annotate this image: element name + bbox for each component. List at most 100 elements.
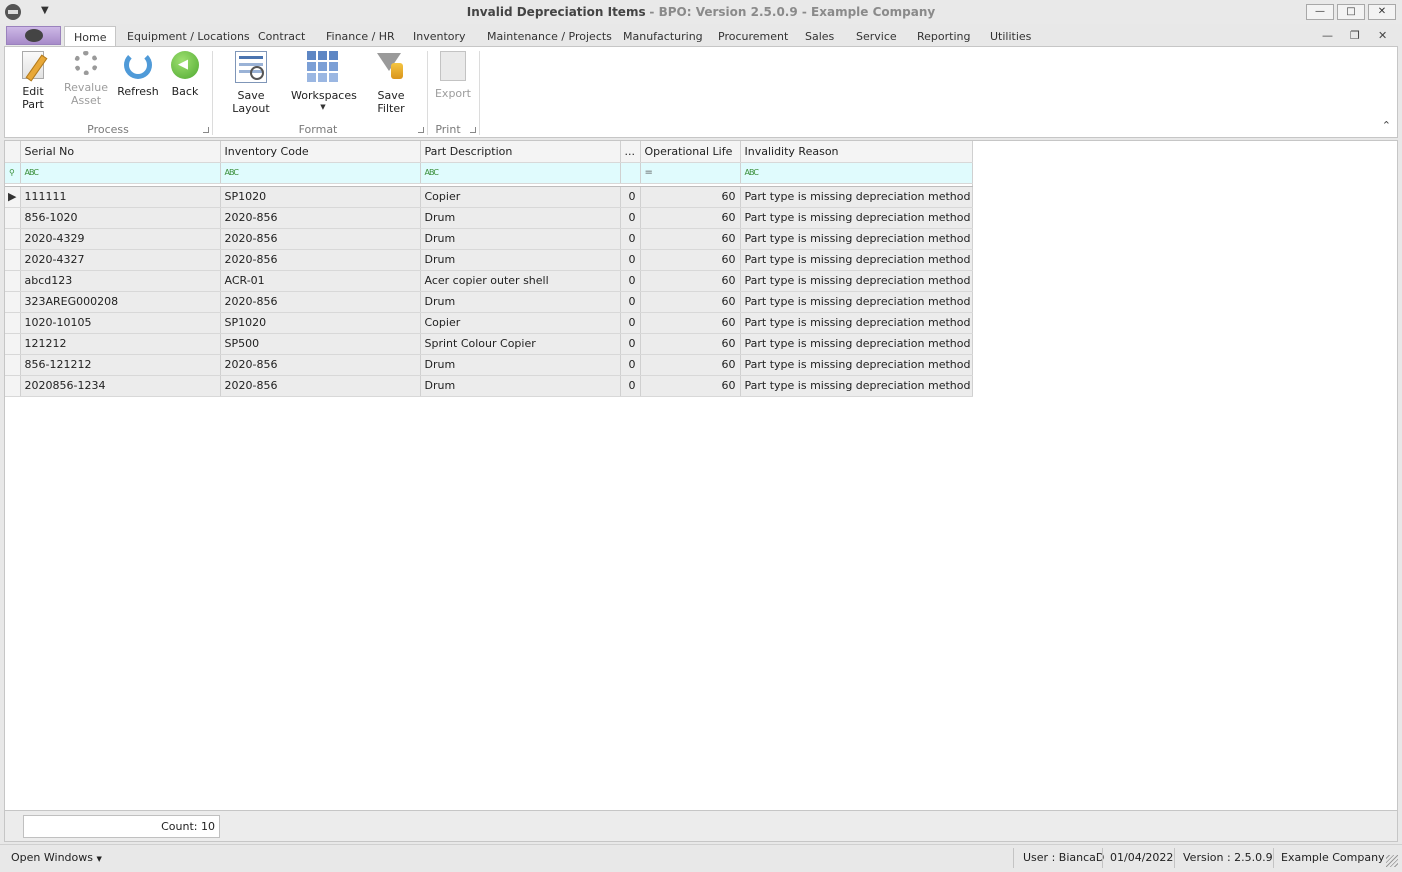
tab-reporting[interactable]: Reporting [917,30,970,43]
tab-procurement[interactable]: Procurement [718,30,788,43]
cell-inventory-code[interactable]: SP500 [220,333,421,355]
tab-equipment-locations[interactable]: Equipment / Locations [127,30,250,43]
cell-invalidity-reason[interactable]: Part type is missing depreciation method [740,186,973,208]
cell-hidden[interactable]: 0 [620,291,641,313]
back-button[interactable]: Back [167,51,203,98]
cell-serial-no[interactable]: 1020-10105 [20,312,221,334]
filter-serial-no[interactable]: ABC [20,162,221,184]
column-header-hidden[interactable]: ... [620,141,641,163]
cell-invalidity-reason[interactable]: Part type is missing depreciation method [740,312,973,334]
cell-operational-life[interactable]: 60 [640,207,741,229]
cell-invalidity-reason[interactable]: Part type is missing depreciation method [740,228,973,250]
cell-inventory-code[interactable]: 2020-856 [220,249,421,271]
filter-hidden[interactable] [620,162,641,184]
cell-hidden[interactable]: 0 [620,207,641,229]
row-count-summary[interactable]: Count: 10 [23,815,220,838]
cell-hidden[interactable]: 0 [620,354,641,376]
tab-contract[interactable]: Contract [258,30,305,43]
cell-serial-no[interactable]: 856-121212 [20,354,221,376]
export-button[interactable]: Export [433,51,473,100]
cell-serial-no[interactable]: 323AREG000208 [20,291,221,313]
cell-serial-no[interactable]: 2020-4327 [20,249,221,271]
format-group-launcher-icon[interactable] [418,127,424,133]
cell-inventory-code[interactable]: 2020-856 [220,354,421,376]
cell-hidden[interactable]: 0 [620,186,641,208]
window-restore-button[interactable]: □ [1337,4,1365,20]
tab-utilities[interactable]: Utilities [990,30,1031,43]
cell-invalidity-reason[interactable]: Part type is missing depreciation method [740,354,973,376]
tab-home[interactable]: Home [64,26,117,48]
cell-invalidity-reason[interactable]: Part type is missing depreciation method [740,207,973,229]
cell-serial-no[interactable]: abcd123 [20,270,221,292]
table-row[interactable]: 121212 SP500 Sprint Colour Copier 0 60 P… [5,333,973,355]
tab-manufacturing[interactable]: Manufacturing [623,30,703,43]
cell-inventory-code[interactable]: 2020-856 [220,291,421,313]
filter-operational-life[interactable]: = [640,162,741,184]
table-row[interactable]: 1020-10105 SP1020 Copier 0 60 Part type … [5,312,973,334]
cell-hidden[interactable]: 0 [620,375,641,397]
application-menu-button[interactable] [6,26,61,45]
tab-finance-hr[interactable]: Finance / HR [326,30,395,43]
mdi-close-button[interactable]: ✕ [1378,29,1387,42]
tab-maintenance-projects[interactable]: Maintenance / Projects [487,30,612,43]
table-row[interactable]: ▶ 111111 SP1020 Copier 0 60 Part type is… [5,186,973,208]
cell-operational-life[interactable]: 60 [640,333,741,355]
cell-part-description[interactable]: Drum [420,375,621,397]
cell-inventory-code[interactable]: 2020-856 [220,228,421,250]
cell-inventory-code[interactable]: SP1020 [220,312,421,334]
cell-invalidity-reason[interactable]: Part type is missing depreciation method [740,375,973,397]
cell-operational-life[interactable]: 60 [640,228,741,250]
cell-serial-no[interactable]: 2020-4329 [20,228,221,250]
edit-part-button[interactable]: Edit Part [11,51,55,111]
cell-part-description[interactable]: Drum [420,228,621,250]
cell-part-description[interactable]: Drum [420,291,621,313]
cell-part-description[interactable]: Copier [420,186,621,208]
cell-operational-life[interactable]: 60 [640,375,741,397]
table-row[interactable]: 323AREG000208 2020-856 Drum 0 60 Part ty… [5,291,973,313]
table-row[interactable]: 2020-4329 2020-856 Drum 0 60 Part type i… [5,228,973,250]
cell-hidden[interactable]: 0 [620,312,641,334]
cell-serial-no[interactable]: 121212 [20,333,221,355]
collapse-ribbon-icon[interactable]: ⌃ [1382,119,1391,132]
column-header-serial-no[interactable]: Serial No [20,141,221,163]
cell-operational-life[interactable]: 60 [640,291,741,313]
refresh-button[interactable]: Refresh [115,51,161,98]
cell-hidden[interactable]: 0 [620,228,641,250]
tab-service[interactable]: Service [856,30,897,43]
cell-operational-life[interactable]: 60 [640,249,741,271]
filter-invalidity-reason[interactable]: ABC [740,162,973,184]
cell-serial-no[interactable]: 111111 [20,186,221,208]
cell-invalidity-reason[interactable]: Part type is missing depreciation method [740,270,973,292]
cell-inventory-code[interactable]: ACR-01 [220,270,421,292]
column-header-inventory-code[interactable]: Inventory Code [220,141,421,163]
cell-inventory-code[interactable]: 2020-856 [220,207,421,229]
tab-inventory[interactable]: Inventory [413,30,466,43]
cell-part-description[interactable]: Acer copier outer shell [420,270,621,292]
cell-part-description[interactable]: Drum [420,207,621,229]
column-header-invalidity-reason[interactable]: Invalidity Reason [740,141,973,163]
cell-operational-life[interactable]: 60 [640,312,741,334]
cell-part-description[interactable]: Copier [420,312,621,334]
cell-invalidity-reason[interactable]: Part type is missing depreciation method [740,291,973,313]
cell-hidden[interactable]: 0 [620,249,641,271]
open-windows-menu[interactable]: Open Windows ▼ [11,851,102,864]
table-row[interactable]: 856-121212 2020-856 Drum 0 60 Part type … [5,354,973,376]
save-layout-button[interactable]: Save Layout [219,51,283,115]
mdi-restore-button[interactable]: ❐ [1350,29,1360,42]
print-group-launcher-icon[interactable] [470,127,476,133]
cell-serial-no[interactable]: 2020856-1234 [20,375,221,397]
cell-operational-life[interactable]: 60 [640,354,741,376]
table-row[interactable]: 856-1020 2020-856 Drum 0 60 Part type is… [5,207,973,229]
save-filter-button[interactable]: Save Filter [363,51,419,115]
data-grid[interactable]: Serial No Inventory Code Part Descriptio… [4,140,1398,811]
filter-part-description[interactable]: ABC [420,162,621,184]
window-minimize-button[interactable]: — [1306,4,1334,20]
cell-part-description[interactable]: Drum [420,354,621,376]
cell-operational-life[interactable]: 60 [640,186,741,208]
cell-invalidity-reason[interactable]: Part type is missing depreciation method [740,249,973,271]
window-close-button[interactable]: ✕ [1368,4,1396,20]
cell-part-description[interactable]: Sprint Colour Copier [420,333,621,355]
column-header-operational-life[interactable]: Operational Life [640,141,741,163]
process-group-launcher-icon[interactable] [203,127,209,133]
cell-hidden[interactable]: 0 [620,270,641,292]
